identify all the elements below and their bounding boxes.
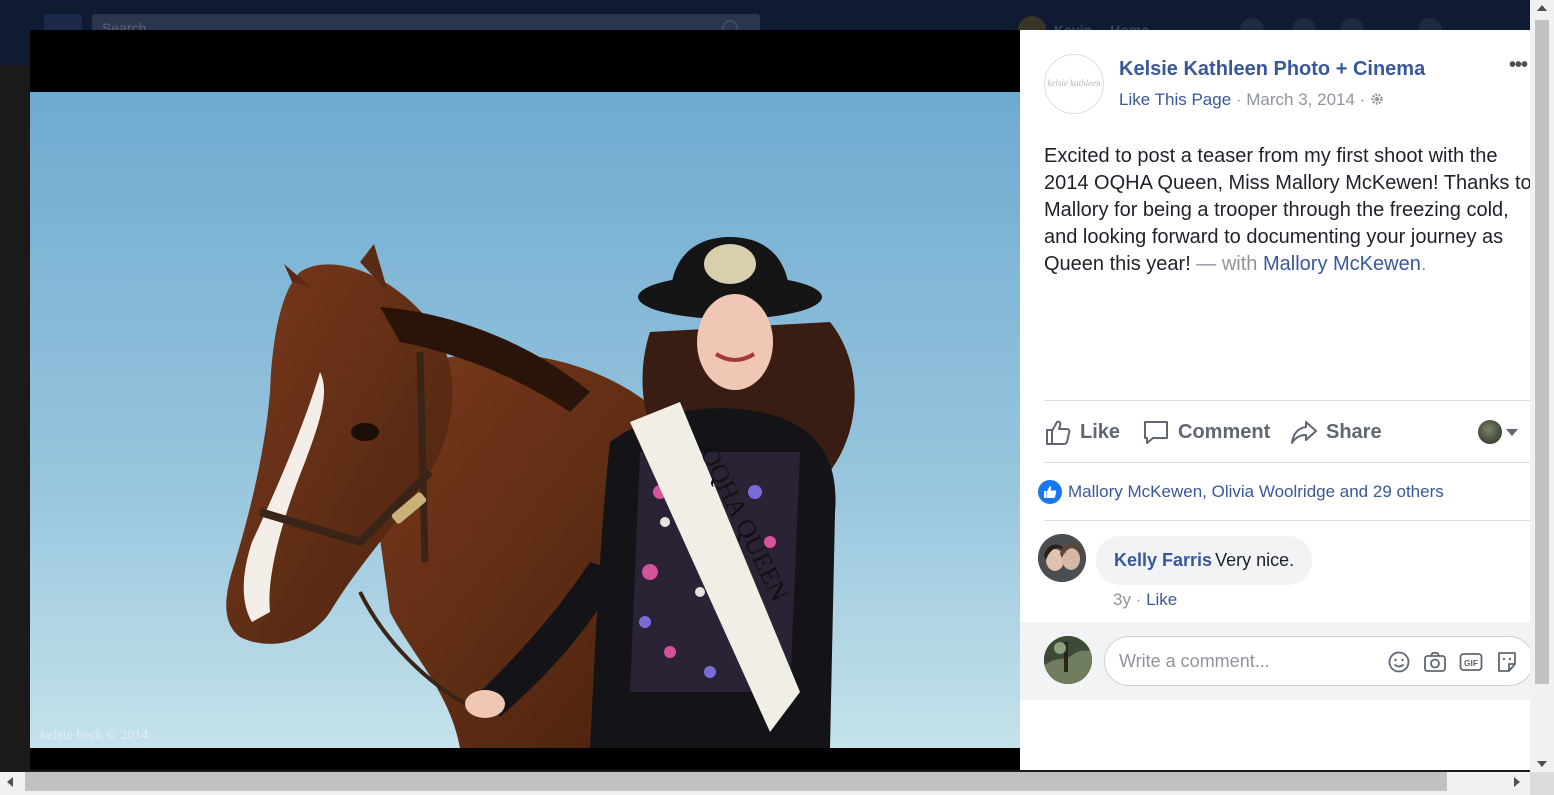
comment-author-link[interactable]: Kelly Farris <box>1114 550 1212 570</box>
avatar <box>1044 636 1092 684</box>
comment-input-box[interactable]: GIF <box>1104 636 1530 686</box>
comment-input[interactable] <box>1119 647 1379 675</box>
gif-label: GIF <box>1464 658 1478 668</box>
comment-meta: 3y · Like <box>1113 590 1177 610</box>
post-meta: Like This Page · March 3, 2014 · <box>1119 90 1384 110</box>
comment-composer: GIF <box>1020 622 1530 700</box>
meta-separator: · <box>1354 90 1371 109</box>
post-photo[interactable]: OQHA QUEEN kelsie beck © 2014 <box>30 92 1020 748</box>
dimmed-page-background <box>0 65 30 770</box>
page-avatar[interactable]: kelsie kathleen <box>1044 54 1104 114</box>
share-button[interactable]: Share <box>1290 414 1382 450</box>
vertical-scrollbar[interactable] <box>1530 0 1554 772</box>
page-name-link[interactable]: Kelsie Kathleen Photo + Cinema <box>1119 58 1425 81</box>
thumbs-up-icon <box>1046 420 1071 445</box>
with-label: — with <box>1190 253 1263 275</box>
comment-bubble: Kelly Farris Very nice. <box>1096 536 1313 585</box>
comment-age[interactable]: 3y <box>1113 590 1131 609</box>
avatar[interactable] <box>1038 534 1086 582</box>
scroll-left-arrow-icon[interactable] <box>7 777 13 787</box>
reactions-text[interactable]: Mallory McKewen, Olivia Woolridge and 29… <box>1068 482 1444 502</box>
photo-viewer[interactable]: OQHA QUEEN kelsie beck © 2014 <box>30 30 1020 770</box>
scroll-up-arrow-icon[interactable] <box>1537 5 1547 11</box>
comment-button[interactable]: Comment <box>1142 414 1270 450</box>
more-options-button[interactable]: ••• <box>1509 54 1528 77</box>
photo-image: OQHA QUEEN <box>30 92 1020 748</box>
comment-as-selector[interactable] <box>1478 420 1518 444</box>
comment-label: Comment <box>1178 420 1271 443</box>
comment-like-link[interactable]: Like <box>1146 590 1177 609</box>
scroll-down-arrow-icon[interactable] <box>1537 761 1547 767</box>
meta-separator: · <box>1231 90 1247 109</box>
emoji-icon[interactable] <box>1387 650 1411 674</box>
tagged-person-link[interactable]: Mallory McKewen <box>1263 253 1421 275</box>
comment-text: Very nice. <box>1215 550 1295 570</box>
comment-dot: · <box>1130 590 1147 609</box>
comment-icon <box>1144 421 1168 444</box>
horizontal-scroll-thumb[interactable] <box>25 772 1447 791</box>
reactions-summary[interactable]: Mallory McKewen, Olivia Woolridge and 29… <box>1038 480 1444 504</box>
scrollbar-corner <box>1530 772 1554 795</box>
sticker-icon[interactable] <box>1495 650 1519 674</box>
post-side-panel: kelsie kathleen Kelsie Kathleen Photo + … <box>1020 30 1530 770</box>
like-label: Like <box>1080 420 1121 443</box>
divider <box>1044 520 1530 521</box>
like-reaction-icon <box>1038 480 1062 504</box>
gif-icon[interactable]: GIF <box>1459 650 1483 674</box>
avatar <box>1478 420 1502 444</box>
post-text: Excited to post a teaser from my first s… <box>1044 143 1530 278</box>
post-actions: Like Comment Share <box>1044 414 1530 450</box>
photo-watermark: kelsie beck © 2014 <box>40 728 149 743</box>
horizontal-scrollbar[interactable] <box>0 772 1530 795</box>
camera-icon[interactable] <box>1423 650 1447 674</box>
share-icon <box>1291 421 1317 444</box>
divider <box>1044 462 1530 463</box>
chevron-down-icon <box>1506 428 1518 436</box>
like-page-link[interactable]: Like This Page <box>1119 90 1231 109</box>
post-period: . <box>1420 253 1427 275</box>
share-label: Share <box>1326 420 1382 443</box>
scroll-right-arrow-icon[interactable] <box>1514 777 1520 787</box>
gear-icon[interactable] <box>1370 92 1384 106</box>
vertical-scroll-thumb[interactable] <box>1535 20 1549 684</box>
divider <box>1044 400 1530 401</box>
post-date[interactable]: March 3, 2014 <box>1246 90 1355 109</box>
like-button[interactable]: Like <box>1044 414 1120 450</box>
